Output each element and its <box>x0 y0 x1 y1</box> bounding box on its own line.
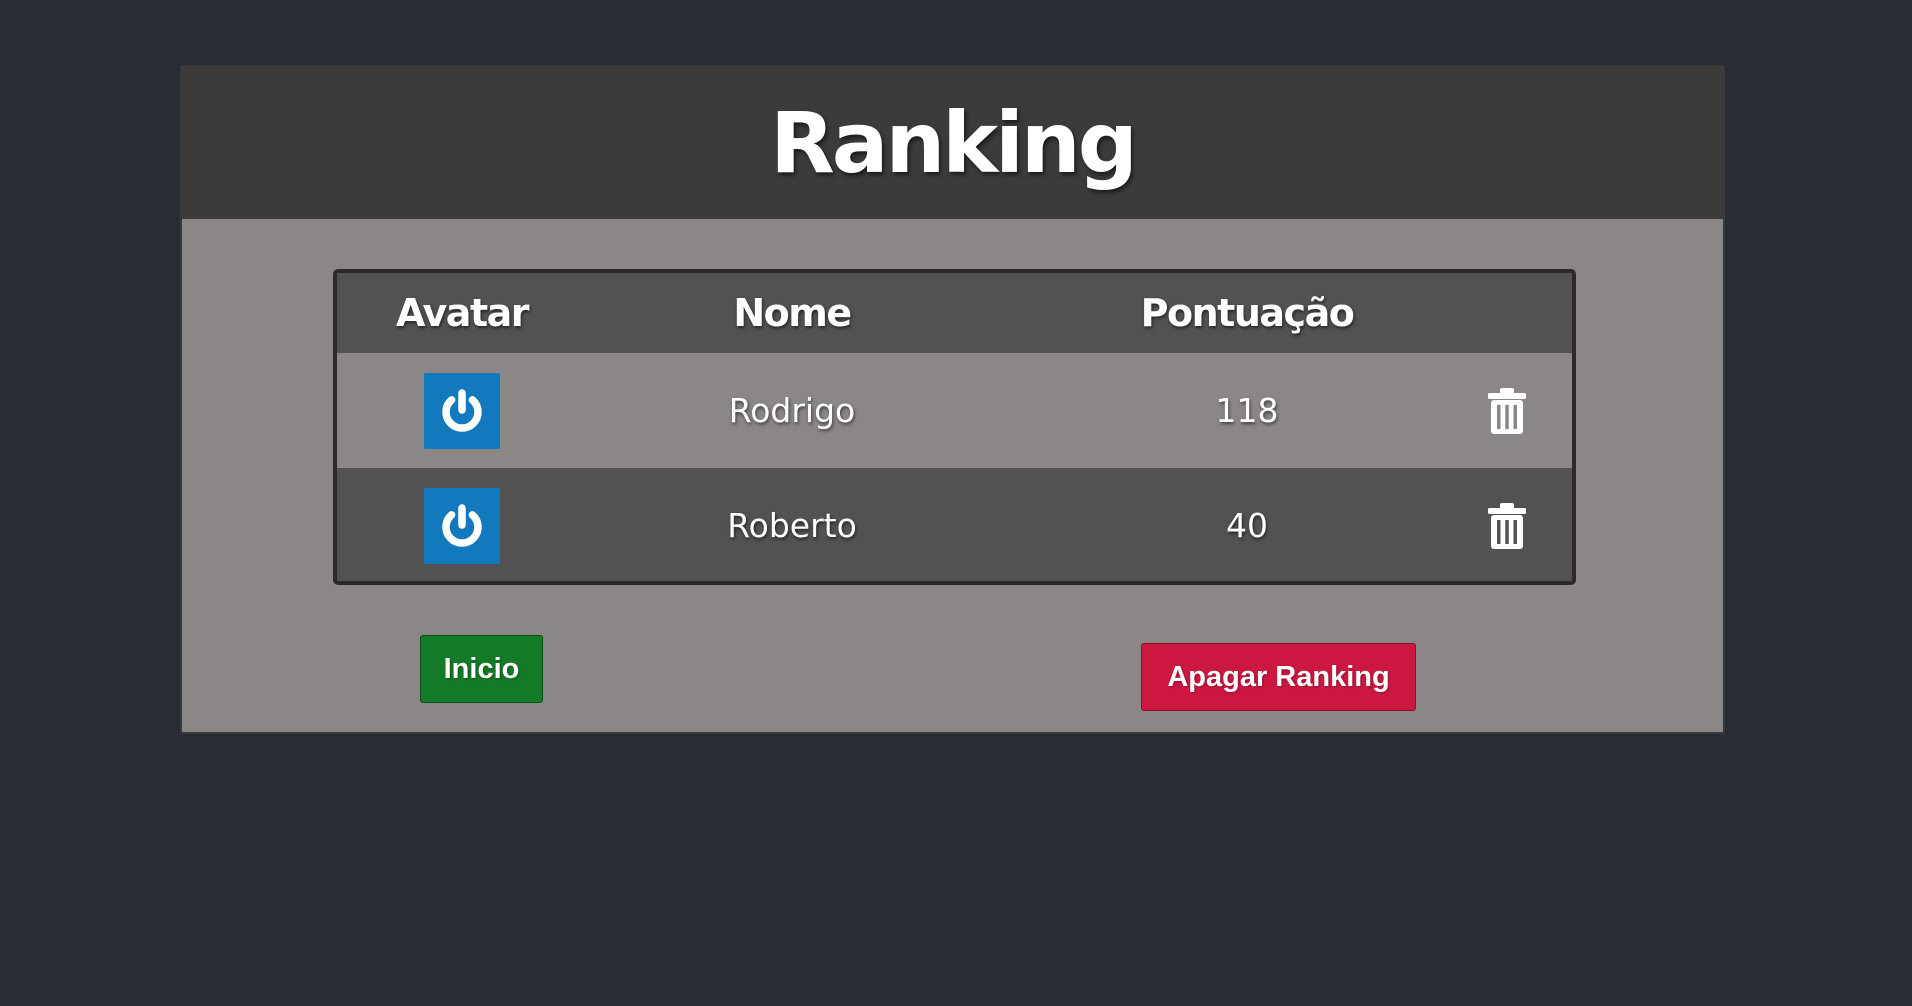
avatar-cell <box>377 353 547 468</box>
page-title: Ranking <box>770 94 1138 192</box>
table-row: Rodrigo 118 <box>337 353 1572 468</box>
player-name: Roberto <box>727 506 857 545</box>
table-row: Roberto 40 <box>337 468 1572 581</box>
avatar <box>424 372 500 449</box>
player-name: Rodrigo <box>728 391 856 430</box>
ranking-table: Avatar Nome Pontuação Rodrigo 118 Robert… <box>333 269 1576 585</box>
power-icon <box>442 388 482 432</box>
table-header-row: Avatar Nome Pontuação <box>337 273 1572 353</box>
avatar <box>424 487 500 564</box>
inicio-button[interactable]: Inicio <box>420 635 543 703</box>
apagar-ranking-button[interactable]: Apagar Ranking <box>1141 643 1416 711</box>
column-header-nome: Nome <box>733 291 852 335</box>
trash-icon <box>1488 387 1526 434</box>
trash-icon <box>1488 502 1526 549</box>
column-header-actions <box>1437 273 1572 353</box>
player-score: 40 <box>1226 506 1268 545</box>
ranking-panel: Ranking Avatar Nome Pontuação Rodrigo 11… <box>180 65 1725 734</box>
delete-player-button[interactable] <box>1485 387 1529 435</box>
power-icon <box>442 503 482 547</box>
delete-cell <box>1437 353 1572 468</box>
delete-player-button[interactable] <box>1485 502 1529 550</box>
delete-cell <box>1437 468 1572 581</box>
column-header-pontuacao: Pontuação <box>1140 291 1355 335</box>
panel-header: Ranking <box>182 67 1723 219</box>
player-score: 118 <box>1215 391 1279 430</box>
avatar-cell <box>377 468 547 581</box>
column-header-avatar: Avatar <box>395 291 530 335</box>
